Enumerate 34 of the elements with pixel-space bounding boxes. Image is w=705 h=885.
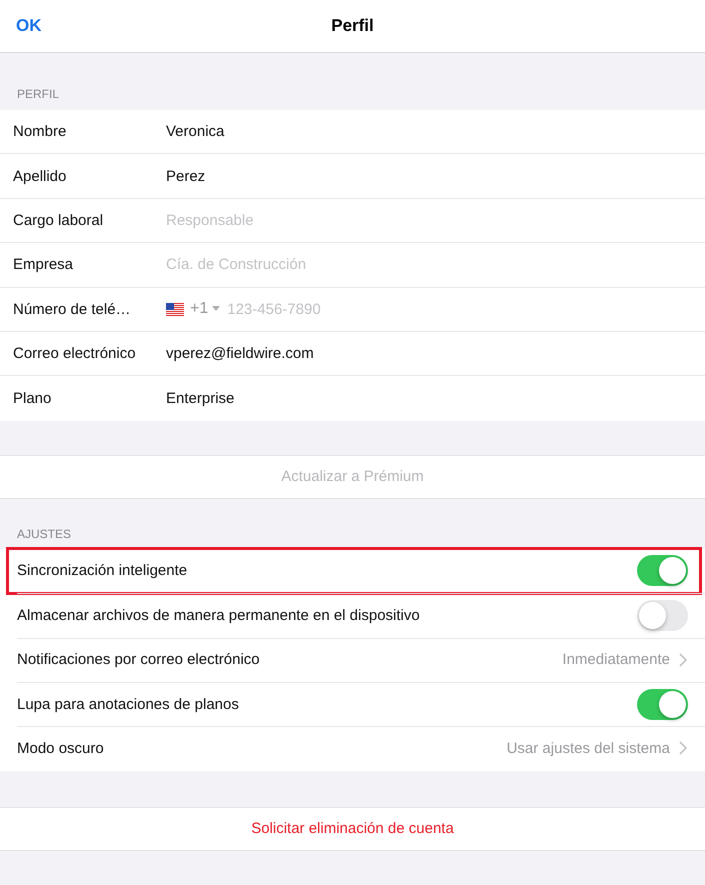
field-label: Apellido xyxy=(12,168,68,185)
delete-account-button[interactable]: Solicitar eliminación de cuenta xyxy=(0,806,705,851)
ok-button[interactable]: OK xyxy=(16,16,42,36)
field-label: Cargo laboral xyxy=(12,212,104,229)
section-header: PERFIL xyxy=(17,87,60,101)
field-label: Empresa xyxy=(12,256,74,274)
chevron-icon xyxy=(679,652,687,667)
field-placeholder[interactable]: Cía. de Construcción xyxy=(166,256,306,274)
toggle-switch[interactable] xyxy=(637,555,688,586)
setting-label: Almacenar archivos de manera permanente en el dispositivo xyxy=(17,606,421,624)
setting-label: Sincronización inteligente xyxy=(17,562,188,580)
field-label: Plano xyxy=(12,390,52,408)
setting-value[interactable]: Inmediatamente xyxy=(562,651,670,668)
field-label: Correo electrónico xyxy=(12,345,137,362)
caret-icon[interactable] xyxy=(212,306,220,312)
field-value[interactable]: Perez xyxy=(166,168,206,185)
field-label: Nombre xyxy=(12,123,68,140)
setting-value[interactable]: Usar ajustes del sistema xyxy=(506,740,670,757)
field-value[interactable]: vperez@fieldwire.com xyxy=(166,345,314,362)
toggle-switch[interactable] xyxy=(637,600,688,631)
flag-icon[interactable] xyxy=(166,302,184,316)
field-label: Número de telé… xyxy=(12,300,132,318)
setting-label: Lupa para anotaciones de planos xyxy=(17,696,240,713)
setting-label: Modo oscuro xyxy=(17,740,105,757)
screen-title: Perfil xyxy=(331,16,374,36)
section-header: AJUSTES xyxy=(17,526,72,541)
field-placeholder[interactable]: 123-456-7890 xyxy=(227,300,321,318)
field-value[interactable]: Enterprise xyxy=(166,390,234,408)
country-code[interactable]: +1 xyxy=(190,300,208,318)
chevron-icon xyxy=(679,741,687,756)
field-value[interactable]: Veronica xyxy=(166,123,224,140)
field-placeholder[interactable]: Responsable xyxy=(166,212,254,229)
setting-label: Notificaciones por correo electrónico xyxy=(17,651,261,668)
toggle-switch[interactable] xyxy=(637,688,688,720)
